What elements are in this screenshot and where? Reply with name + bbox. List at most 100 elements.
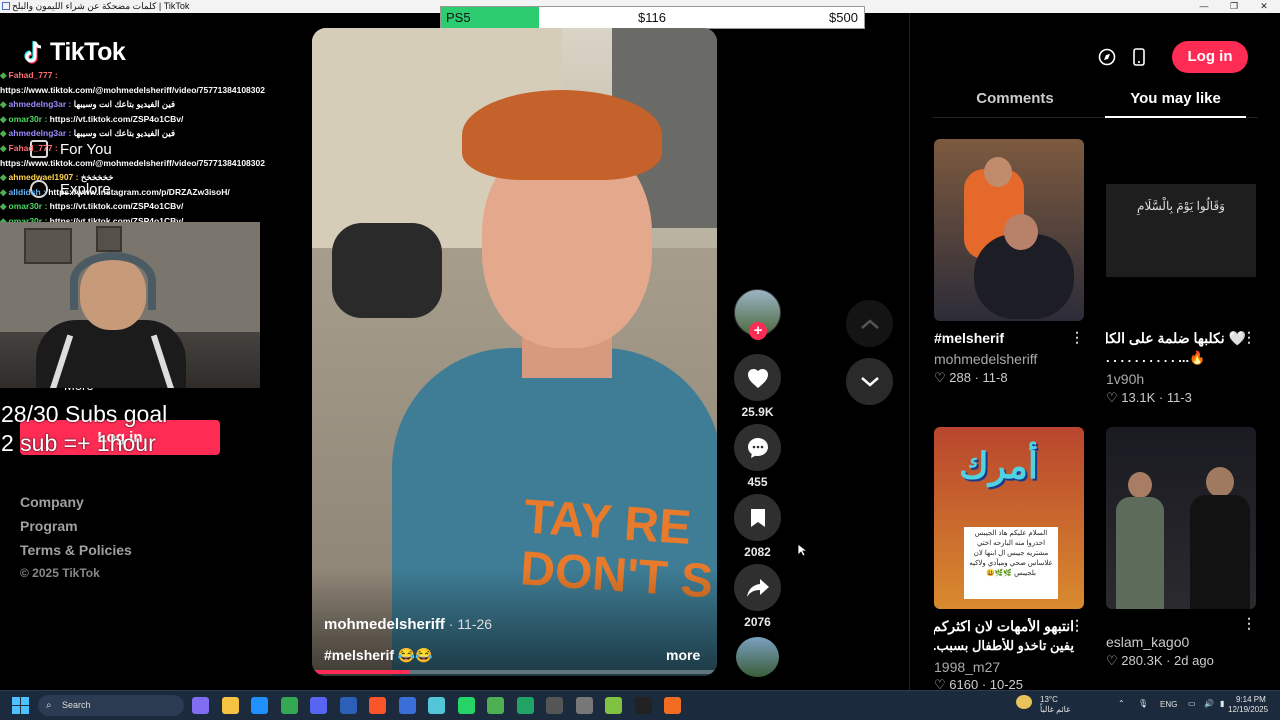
card-thumb-text: وَقَالُوا يَوْمَ بِالْسَّلَامِ xyxy=(1137,199,1225,213)
capcut-icon[interactable] xyxy=(428,697,445,714)
chat-badge-icon: ◆ xyxy=(0,186,7,197)
maximize-button[interactable]: ❐ xyxy=(1220,0,1248,13)
chat-message: ◆ alldidsh : https://www.instagram.com/p/… xyxy=(0,185,265,200)
video-player[interactable]: TAY REDON'T S mohmedelsheriff · 11-26 #m… xyxy=(312,28,717,676)
comment-button[interactable] xyxy=(734,424,781,471)
card-more-icon[interactable]: ⋮ xyxy=(1242,615,1256,632)
coin-button[interactable] xyxy=(1094,44,1120,70)
network-icon[interactable]: ▭ xyxy=(1188,699,1196,708)
share-button[interactable] xyxy=(734,564,781,611)
teams-icon[interactable] xyxy=(192,697,209,714)
taskbar-search[interactable]: ⌕ Search xyxy=(38,695,184,716)
weather-temp: 13°C xyxy=(1040,695,1058,704)
card-more-icon[interactable]: ⋮ xyxy=(1242,329,1256,346)
chat-message: https://www.tiktok.com/@mohmedelsheriff/… xyxy=(0,83,265,98)
microphone-icon[interactable]: 🎙 xyxy=(1138,699,1148,708)
phone-icon xyxy=(1133,48,1145,66)
subs-goal-line2: 2 sub =+ 1hour xyxy=(1,430,156,456)
discord-icon[interactable] xyxy=(310,697,327,714)
chat-username: ahmedwael1907 : xyxy=(8,172,81,183)
previous-video-button[interactable] xyxy=(846,300,893,347)
video-progress[interactable] xyxy=(312,670,717,674)
card-title[interactable]: eslam_kago0 xyxy=(1106,634,1189,650)
card-thumbnail[interactable]: أمرك السلام عليكم هاذ الجيبس احذروا منه … xyxy=(934,427,1084,609)
photoshop-icon[interactable] xyxy=(339,697,357,714)
tab-you-may-like[interactable]: You may like xyxy=(1105,90,1246,107)
language-indicator[interactable]: ENG xyxy=(1160,700,1177,709)
chat-message: ◆ ahmedwael1907 : خخخخخخ xyxy=(0,170,265,185)
card-user[interactable]: 1998_m27 xyxy=(934,659,1000,675)
goal-label: PS5 xyxy=(446,10,471,25)
webcam-overlay xyxy=(0,222,260,388)
donation-goal-bar: PS5 $116 $500 xyxy=(440,6,865,29)
tiktok-note-icon xyxy=(24,41,42,64)
card-user[interactable]: mohmedelsheriff xyxy=(934,351,1037,367)
subs-goal-line1: 28/30 Subs goal xyxy=(1,401,168,427)
caption-more-button[interactable]: more xyxy=(666,647,700,663)
clock-time[interactable]: 9:14 PM xyxy=(1236,695,1266,704)
chat-username: ahmedelng3ar : xyxy=(8,128,74,139)
follow-plus-button[interactable]: + xyxy=(749,322,767,340)
card-thumbnail[interactable] xyxy=(934,139,1084,321)
chat-message: ◆ ahmedelng3ar : فين الفيديو بتاعك انت وس… xyxy=(0,126,265,141)
card-title[interactable]: #melsherif xyxy=(934,330,1074,346)
premiere-icon[interactable] xyxy=(398,697,416,714)
tray-chevron-icon[interactable]: ⌃ xyxy=(1118,699,1125,708)
card-thumbnail[interactable] xyxy=(1106,427,1256,609)
windows-start-icon[interactable] xyxy=(12,697,29,714)
author-name: mohmedelsheriff xyxy=(324,616,445,633)
chat-message: https://www.tiktok.com/@mohmedelsheriff/… xyxy=(0,156,265,171)
save-button[interactable] xyxy=(734,494,781,541)
sidebar-footer: Company Program Terms & Policies © 2025 … xyxy=(20,494,132,588)
close-window-button[interactable]: ✕ xyxy=(1250,0,1278,13)
card-likes: 6160 xyxy=(949,677,979,690)
card-subtitle[interactable]: يفين تاخذو للأطفال بسبب... xyxy=(934,638,1074,654)
video-author[interactable]: mohmedelsheriff · 11-26 xyxy=(324,616,492,633)
tiktok-logo[interactable]: TikTok xyxy=(22,38,126,67)
app-icon[interactable] xyxy=(664,697,681,714)
music-disc[interactable] xyxy=(736,637,779,677)
terms-link[interactable]: Terms & Policies xyxy=(20,542,132,558)
android-icon[interactable] xyxy=(605,697,622,714)
video-progress-fill xyxy=(312,670,410,674)
chrome-icon[interactable] xyxy=(280,697,298,714)
system-tray: 13°C غائم غالباً ⌃ 🎙 ENG ▭ 🔊 ▮ 9:14 PM 1… xyxy=(1010,695,1280,717)
next-video-button[interactable] xyxy=(846,358,893,405)
whatsapp-icon[interactable] xyxy=(457,697,475,714)
card-more-icon[interactable]: ⋮ xyxy=(1070,617,1084,634)
bookmark-icon xyxy=(750,508,765,527)
like-count: 25.9K xyxy=(741,405,774,419)
header-login-button[interactable]: Log in xyxy=(1172,41,1248,73)
card-date: 11-8 xyxy=(982,370,1008,385)
video-caption[interactable]: #melsherif 😂😂 xyxy=(324,647,433,664)
chat-text: https://vt.tiktok.com/ZSP4o1CBv/ xyxy=(49,113,184,124)
card-more-icon[interactable]: ⋮ xyxy=(1070,329,1084,346)
like-button[interactable] xyxy=(734,354,781,401)
card-thumb-text: السلام عليكم هاذ الجيبس احذروا منه البار… xyxy=(964,527,1058,599)
epic-games-icon[interactable] xyxy=(634,697,652,714)
file-explorer-icon[interactable] xyxy=(221,697,239,714)
get-app-button[interactable] xyxy=(1126,44,1152,70)
excel-icon[interactable] xyxy=(516,697,534,714)
settings-icon[interactable] xyxy=(575,697,593,714)
battery-icon[interactable]: ▮ xyxy=(1220,699,1224,708)
card-user[interactable]: 1v90h xyxy=(1106,371,1144,387)
compass-coin-icon xyxy=(1098,48,1116,66)
company-link[interactable]: Company xyxy=(20,494,132,510)
card-title[interactable]: 🤍 نكلبها ضلمة على الكل xyxy=(1106,330,1246,347)
clock-date[interactable]: 12/19/2025 xyxy=(1228,705,1268,714)
brave-icon[interactable] xyxy=(369,697,386,714)
goal-current: $116 xyxy=(638,10,666,25)
chat-badge-icon: ◆ xyxy=(0,201,7,212)
card-subtitle[interactable]: 🔥... . . . . . . . . . . xyxy=(1106,350,1246,366)
chat-badge-icon: ◆ xyxy=(0,142,7,153)
program-link[interactable]: Program xyxy=(20,518,132,534)
edge-icon[interactable] xyxy=(251,697,268,714)
card-thumbnail[interactable]: وَقَالُوا يَوْمَ بِالْسَّلَامِ xyxy=(1106,139,1256,321)
minimize-button[interactable]: — xyxy=(1190,0,1218,13)
minecraft-icon[interactable] xyxy=(487,697,504,714)
card-title[interactable]: انتبهو الأمهات لان اكثركم xyxy=(934,618,1074,635)
tab-comments[interactable]: Comments xyxy=(955,90,1075,107)
volume-icon[interactable]: 🔊 xyxy=(1204,699,1214,708)
obs-icon[interactable] xyxy=(546,697,563,714)
